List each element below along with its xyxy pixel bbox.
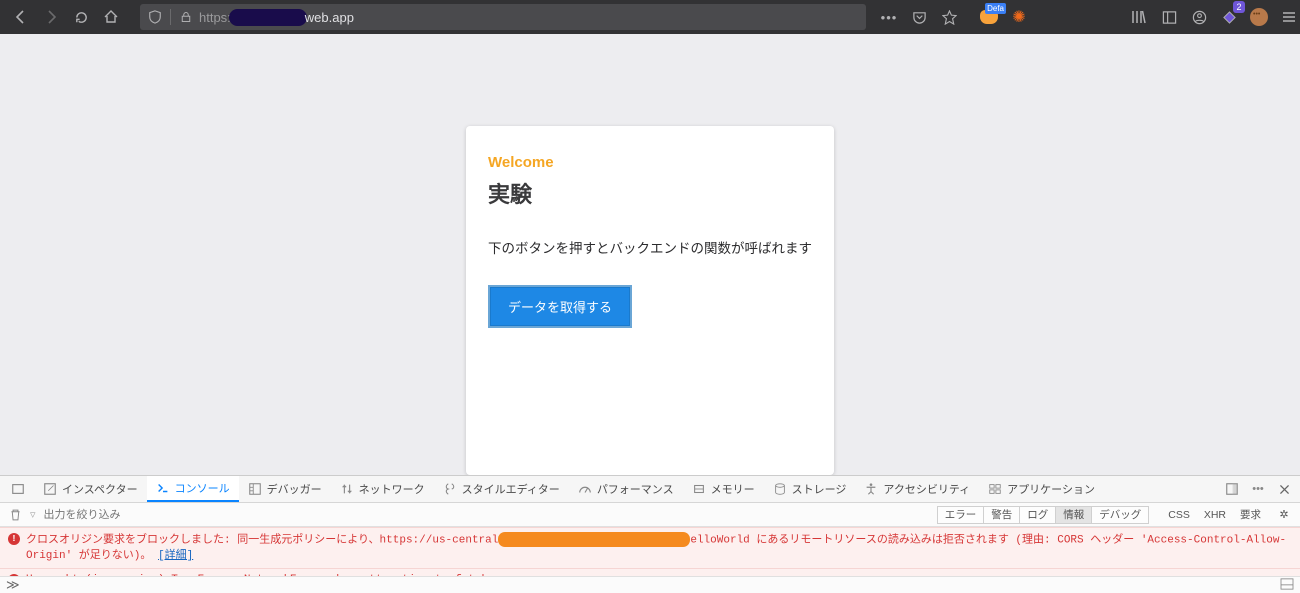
card-title: 実験 xyxy=(488,177,812,209)
welcome-card: Welcome 実験 下のボタンを押すとバックエンドの関数が呼ばれます データを… xyxy=(466,126,834,475)
pill-log[interactable]: ログ xyxy=(1020,506,1056,524)
pocket-icon[interactable] xyxy=(904,2,934,32)
console-filter-row: ▿ エラー 警告 ログ 情報 デバッグ CSS XHR 要求 ✲ xyxy=(0,503,1300,527)
bookmark-star-icon[interactable] xyxy=(934,2,964,32)
url-bar[interactable]: https: web.app xyxy=(140,4,866,30)
devtools-iframe-select-icon[interactable] xyxy=(2,476,34,502)
pill-warn[interactable]: 警告 xyxy=(984,506,1020,524)
console-prompt-row[interactable]: ≫ xyxy=(0,576,1300,593)
extension-badge[interactable] xyxy=(1214,2,1244,32)
cors-details-link[interactable]: [詳細] xyxy=(158,550,193,562)
redacted-url-segment xyxy=(498,532,690,547)
account-icon[interactable] xyxy=(1184,2,1214,32)
fetch-data-button[interactable]: データを取得する xyxy=(488,285,632,328)
tab-storage[interactable]: ストレージ xyxy=(764,476,856,502)
url-domain: web.app xyxy=(305,10,354,25)
sidebar-icon[interactable] xyxy=(1154,2,1184,32)
pill-req[interactable]: 要求 xyxy=(1233,506,1268,524)
extension-gear[interactable]: ✺ xyxy=(1004,2,1034,32)
url-redacted-segment xyxy=(229,9,307,26)
devtools-tabs: インスペクター コンソール デバッガー ネットワーク スタイルエディター パフォ… xyxy=(0,476,1300,503)
console-filter-input[interactable] xyxy=(38,507,937,523)
welcome-heading: Welcome xyxy=(488,154,812,171)
console-error-uncaught: ! Uncaught (in promise) TypeError: Netwo… xyxy=(0,568,1300,576)
home-button[interactable] xyxy=(96,2,126,32)
clear-console-icon[interactable] xyxy=(4,508,26,522)
split-console-icon[interactable] xyxy=(1280,578,1294,593)
tab-performance[interactable]: パフォーマンス xyxy=(569,476,683,502)
page-viewport: Welcome 実験 下のボタンを押すとバックエンドの関数が呼ばれます データを… xyxy=(0,34,1300,475)
pill-css[interactable]: CSS xyxy=(1161,506,1197,524)
page-actions-dots[interactable]: ••• xyxy=(874,2,904,32)
url-protocol: https: xyxy=(199,10,231,25)
browser-toolbar: https: web.app ••• Defa ✺ xyxy=(0,0,1300,34)
library-icon[interactable] xyxy=(1124,2,1154,32)
tab-debugger[interactable]: デバッガー xyxy=(239,476,331,502)
devtools-more-icon[interactable]: ••• xyxy=(1246,474,1270,504)
tracking-shield-icon[interactable] xyxy=(144,6,166,28)
error-icon: ! xyxy=(8,533,20,545)
tab-inspector[interactable]: インスペクター xyxy=(34,476,147,502)
console-settings-icon[interactable]: ✲ xyxy=(1272,508,1296,521)
pill-debug[interactable]: デバッグ xyxy=(1092,506,1149,524)
console-output: ! クロスオリジン要求をブロックしました: 同一生成元ポリシーにより、https… xyxy=(0,527,1300,576)
console-prompt-icon: ≫ xyxy=(6,577,20,593)
pill-xhr[interactable]: XHR xyxy=(1197,506,1233,524)
tab-style-editor[interactable]: スタイルエディター xyxy=(434,476,569,502)
tab-network[interactable]: ネットワーク xyxy=(331,476,434,502)
tab-application[interactable]: アプリケーション xyxy=(979,476,1104,502)
tab-memory[interactable]: メモリー xyxy=(683,476,764,502)
pill-error[interactable]: エラー xyxy=(937,506,985,524)
pill-info[interactable]: 情報 xyxy=(1056,506,1092,524)
devtools-close-icon[interactable] xyxy=(1272,474,1296,504)
tab-accessibility[interactable]: アクセシビリティ xyxy=(855,476,979,502)
console-error-cors: ! クロスオリジン要求をブロックしました: 同一生成元ポリシーにより、https… xyxy=(0,527,1300,568)
card-description: 下のボタンを押すとバックエンドの関数が呼ばれます xyxy=(488,237,812,257)
extension-cookie[interactable] xyxy=(1244,2,1274,32)
filter-funnel-icon: ▿ xyxy=(30,508,36,521)
devtools-panel: インスペクター コンソール デバッガー ネットワーク スタイルエディター パフォ… xyxy=(0,475,1300,593)
defa-badge: Defa xyxy=(985,3,1006,14)
tab-console[interactable]: コンソール xyxy=(147,476,239,502)
hamburger-menu-icon[interactable] xyxy=(1274,2,1300,32)
devtools-dock-icon[interactable] xyxy=(1220,474,1244,504)
reload-button[interactable] xyxy=(66,2,96,32)
forward-button[interactable] xyxy=(36,2,66,32)
lock-icon[interactable] xyxy=(175,6,197,28)
back-button[interactable] xyxy=(6,2,36,32)
extension-defa[interactable]: Defa xyxy=(974,2,1004,32)
